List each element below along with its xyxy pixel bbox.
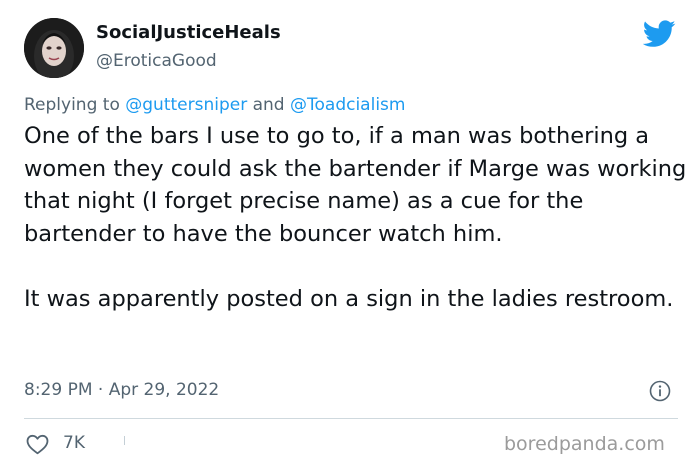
separator-tick — [124, 436, 125, 445]
watermark: boredpanda.com — [504, 433, 665, 455]
replying-joiner: and — [247, 95, 290, 115]
replying-prefix: Replying to — [24, 95, 126, 115]
divider — [24, 418, 678, 419]
heart-icon[interactable] — [25, 433, 50, 455]
author-display-name[interactable]: SocialJusticeHeals — [96, 22, 281, 43]
tweet-paragraph-2: It was apparently posted on a sign in th… — [24, 285, 674, 312]
tweet-body: One of the bars I use to go to, if a man… — [24, 120, 692, 315]
tweet-timestamp[interactable]: 8:29 PM · Apr 29, 2022 — [24, 380, 219, 400]
twitter-bird-icon[interactable] — [643, 20, 676, 48]
tweet-paragraph-1: One of the bars I use to go to, if a man… — [24, 123, 687, 247]
avatar[interactable] — [24, 18, 84, 78]
replying-to-line: Replying to @guttersniper and @Toadciali… — [24, 95, 405, 115]
author-handle[interactable]: @EroticaGood — [96, 51, 217, 71]
like-count[interactable]: 7K — [63, 433, 85, 453]
mention-link-toadcialism[interactable]: @Toadcialism — [290, 95, 405, 115]
info-icon[interactable] — [649, 380, 671, 402]
mention-link-guttersniper[interactable]: @guttersniper — [125, 95, 247, 115]
